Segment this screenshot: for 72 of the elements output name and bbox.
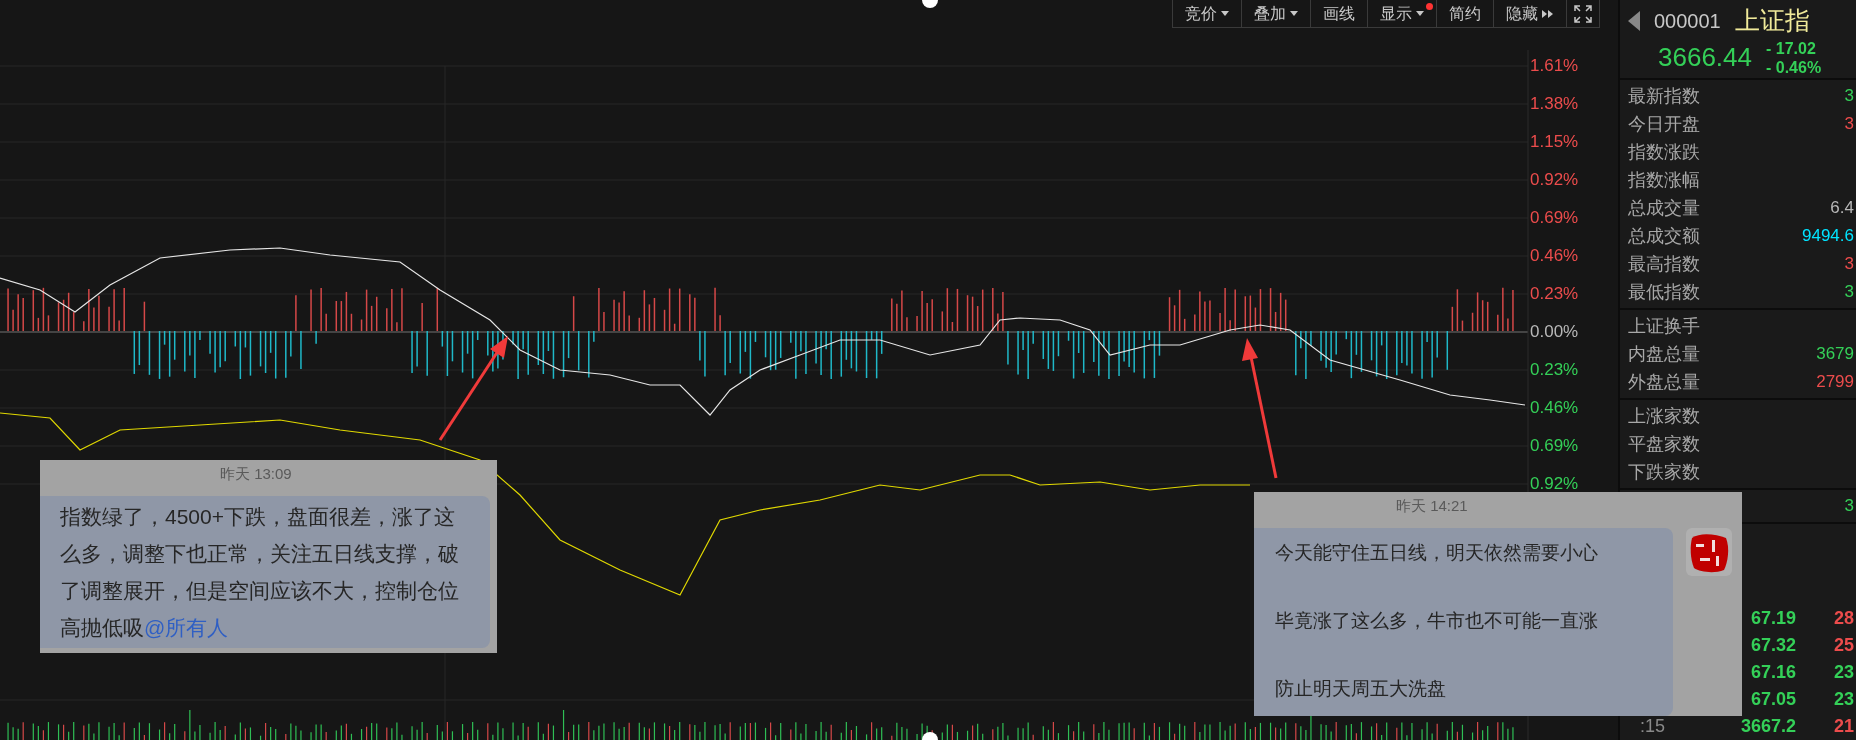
message-text: 今天能守住五日线，明天依然需要小心 [1275,541,1599,565]
trade-volume: 21 [1832,715,1855,738]
trade-price: 3667.2 [1739,715,1796,738]
axis-label: 0.92% [1530,473,1579,495]
axis-label: 0.46% [1530,397,1579,419]
axis-label: 0.23% [1530,359,1579,381]
trade-time: :15 [1639,715,1667,738]
stat-value: 3 [1844,85,1854,108]
stat-label: 指数涨跌 [1628,140,1700,164]
fullscreen-icon [1574,4,1592,23]
drag-handle[interactable] [922,732,938,740]
trade-price: 67.16 [1749,661,1796,684]
stat-label: 总成交量 [1628,196,1700,220]
caret-icon [1221,11,1229,16]
stock-name: 上证指 [1734,5,1810,37]
axis-label: 1.61% [1530,55,1579,77]
stat-label: 平盘家数 [1628,432,1700,456]
axis-label: 1.38% [1530,93,1579,115]
fullscreen-button[interactable] [1566,0,1600,28]
axis-label: 0.46% [1530,245,1579,267]
stat-value: 3679 [1816,343,1854,366]
trade-volume: 28 [1832,607,1855,630]
message-text: 毕竟涨了这么多，牛市也不可能一直涨 [1275,609,1599,633]
trade-price: 67.05 [1749,688,1796,711]
trade-volume: 23 [1832,688,1855,711]
stat-value: 6.4 [1830,197,1854,220]
double-arrow-icon [1542,9,1554,18]
stat-label: 外盘总量 [1628,370,1700,394]
stat-label: 上证换手 [1628,314,1700,338]
stat-value: 2799 [1816,371,1854,394]
trade-volume: 23 [1832,661,1855,684]
message-text: 防止明天周五大洗盘 [1275,677,1447,701]
toolbar-button[interactable]: 隐藏 [1493,0,1566,28]
toolbar-button[interactable]: 叠加 [1241,0,1310,28]
axis-label: 0.69% [1530,435,1579,457]
toolbar-button[interactable]: 简约 [1436,0,1493,28]
stat-label: 指数涨幅 [1628,168,1700,192]
caret-icon [1416,11,1424,16]
toolbar-button[interactable]: 竞价 [1172,0,1241,28]
stat-value: 3 [1844,253,1854,276]
price-change: - 17.02 [1766,38,1817,58]
message-time: 昨天 13:09 [219,464,293,484]
caret-icon [1290,11,1298,16]
stat-value: 3 [1844,113,1854,136]
stat-value: 3 [1844,281,1854,304]
stat-label: 最新指数 [1628,84,1700,108]
stat-label: 最高指数 [1628,252,1700,276]
stat-value: 3 [1844,495,1854,518]
trade-volume: 25 [1832,634,1855,657]
stat-label: 下跌家数 [1628,460,1700,484]
stat-label: 最低指数 [1628,280,1700,304]
trade-price: 67.32 [1749,634,1796,657]
drag-handle[interactable] [922,0,938,8]
stat-label: 总成交额 [1628,224,1700,248]
axis-label: 0.23% [1530,283,1579,305]
toolbar-button[interactable]: 画线 [1310,0,1367,28]
stat-label: 今日开盘 [1628,112,1700,136]
message-text: 指数绿了，4500+下跌，盘面很差，涨了这么多，调整下也正常，关注五日线支撑，破了调整展开，但是空间应该不大，控制仓位高抛低吸@所有人 [60,504,460,641]
toolbar-button[interactable]: 显示 [1367,0,1436,28]
message-time: 昨天 14:21 [1395,496,1469,516]
index-price: 3666.44 [1658,41,1752,74]
axis-label: 0.92% [1530,169,1579,191]
back-arrow-icon[interactable] [1628,11,1640,31]
stock-code: 000001 [1654,9,1721,34]
axis-label: 0.69% [1530,207,1579,229]
stat-label: 上涨家数 [1628,404,1700,428]
stat-value: 9494.6 [1802,225,1854,248]
axis-label: 1.15% [1530,131,1579,153]
axis-label: 0.00% [1530,321,1579,343]
percent-change: - 0.46% [1766,57,1822,77]
trade-price: 67.19 [1749,607,1796,630]
stat-label: 内盘总量 [1628,342,1700,366]
